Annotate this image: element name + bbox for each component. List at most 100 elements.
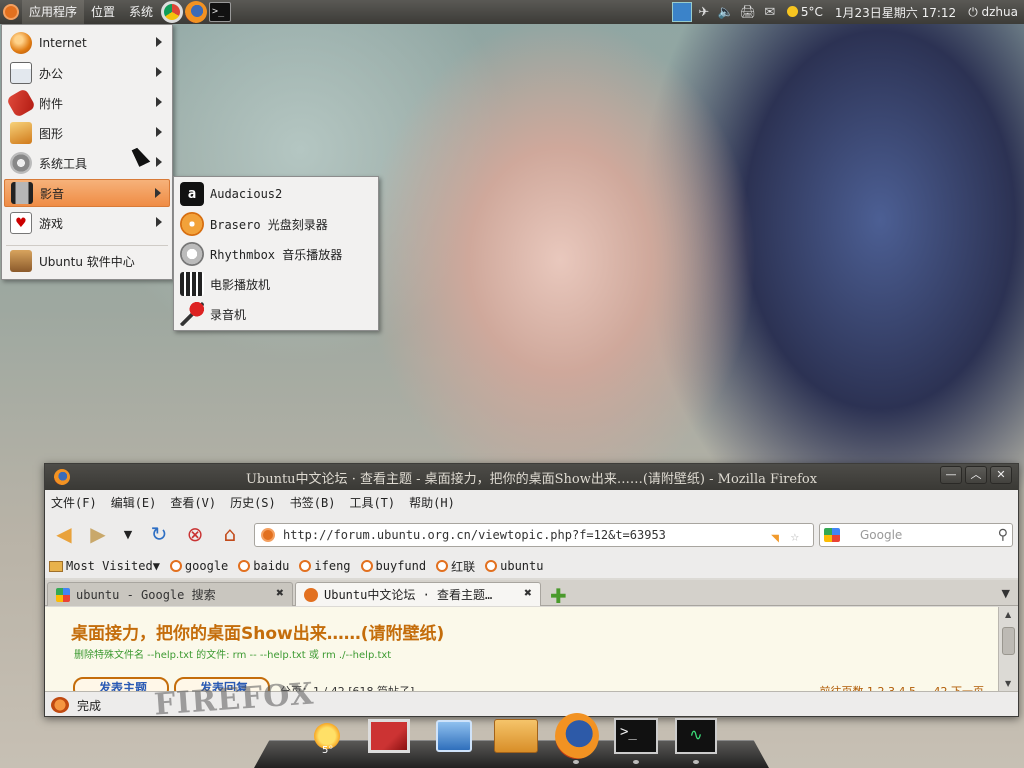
sun-icon: [786, 6, 798, 17]
bookmark-most-visited[interactable]: Most Visited▼: [49, 559, 160, 573]
network-icon[interactable]: ✈: [693, 0, 715, 24]
user-menu[interactable]: ⏻ dzhua: [962, 5, 1024, 20]
ubuntu-logo-icon[interactable]: [0, 0, 22, 24]
sound-recorder-icon: [180, 302, 204, 326]
menu-separator: [6, 245, 168, 246]
dropbox-icon[interactable]: [671, 0, 693, 24]
menu-tools[interactable]: 工具(T): [349, 494, 395, 511]
forward-button[interactable]: ▶: [85, 522, 111, 546]
accessories-icon: [5, 87, 37, 119]
submenu-item-rhythmbox[interactable]: Rhythmbox 音乐播放器: [178, 240, 374, 268]
ubuntu-favicon-icon: [360, 560, 373, 572]
menu-item-accessories[interactable]: 附件: [4, 87, 170, 119]
bookmark-baidu[interactable]: baidu: [238, 559, 289, 573]
running-indicator: [633, 760, 639, 764]
printer-icon[interactable]: 🖨: [737, 0, 759, 24]
maximize-button[interactable]: ︿: [965, 466, 987, 484]
menu-bookmarks[interactable]: 书签(B): [290, 494, 336, 511]
bookmark-ubuntu[interactable]: ubuntu: [485, 559, 543, 573]
dock-uploader[interactable]: [432, 715, 476, 757]
submenu-item-movie-player[interactable]: 电影播放机: [178, 270, 374, 298]
games-icon: ♥: [10, 212, 32, 234]
dock-impress[interactable]: [367, 715, 411, 757]
pagination-links[interactable]: 前往页数 1 2 3 4 5 ... 42 下一页: [820, 683, 984, 691]
dock-terminal[interactable]: >_: [614, 715, 658, 757]
menu-item-internet[interactable]: Internet: [4, 29, 170, 57]
terminal-icon[interactable]: >_: [209, 2, 232, 22]
menu-file[interactable]: 文件(F): [51, 494, 97, 511]
bookmark-google[interactable]: google: [169, 559, 228, 573]
applications-menu[interactable]: 应用程序: [22, 0, 85, 24]
menu-help[interactable]: 帮助(H): [409, 494, 455, 511]
chrome-icon[interactable]: [161, 1, 184, 23]
dock-system-monitor[interactable]: ∿: [674, 715, 718, 757]
audacious-icon: a: [180, 182, 204, 206]
menu-item-office[interactable]: 办公: [4, 59, 170, 87]
menu-item-games[interactable]: ♥ 游戏: [4, 209, 170, 237]
close-tab-icon[interactable]: ✖: [276, 586, 284, 601]
menu-view[interactable]: 查看(V): [170, 494, 216, 511]
close-tab-icon[interactable]: ✖: [524, 586, 532, 601]
reload-button[interactable]: ↻: [146, 522, 172, 546]
close-button[interactable]: ✕: [990, 466, 1012, 484]
menu-item-label: 游戏: [39, 216, 64, 231]
system-menu[interactable]: 系统: [122, 0, 160, 24]
menu-item-sound-video[interactable]: 影音: [4, 179, 170, 207]
vertical-scrollbar[interactable]: ▲ ▼: [998, 607, 1018, 691]
bookmarks-toolbar: Most Visited▼ google baidu ifeng buyfund…: [45, 554, 1018, 578]
history-dropdown-icon[interactable]: ▼: [115, 522, 141, 546]
bookmark-label: ubuntu: [500, 559, 544, 573]
places-menu[interactable]: 位置: [84, 0, 122, 24]
ubuntu-favicon-icon: [299, 560, 312, 572]
bookmark-ifeng[interactable]: ifeng: [299, 559, 351, 573]
tab-ubuntu-forum[interactable]: Ubuntu中文论坛 · 查看主题… ✖: [295, 582, 541, 606]
weather-indicator[interactable]: 5°C: [781, 5, 829, 19]
submenu-item-label: Audacious2: [210, 187, 283, 201]
navigation-toolbar: ◀ ▶ ▼ ↻ ⊗ ⌂ http://forum.ubuntu.org.cn/v…: [45, 514, 1018, 554]
volume-icon[interactable]: 🔈: [715, 0, 737, 24]
tab-list-dropdown-icon[interactable]: ▼: [1002, 587, 1010, 600]
stop-button[interactable]: ⊗: [182, 522, 208, 546]
url-bar[interactable]: http://forum.ubuntu.org.cn/viewtopic.php…: [254, 523, 814, 547]
bookmark-buyfund[interactable]: buyfund: [360, 559, 426, 573]
clock[interactable]: 1月23日星期六 17:12: [829, 4, 962, 21]
menu-item-software-center[interactable]: Ubuntu 软件中心: [4, 247, 170, 275]
search-icon[interactable]: ⚲: [998, 524, 1008, 546]
sound-video-submenu: a Audacious2 Brasero 光盘刻录器 Rhythmbox 音乐播…: [173, 176, 379, 331]
running-indicator: [573, 760, 579, 764]
site-favicon-icon: [261, 528, 275, 542]
uploader-icon: [436, 720, 472, 752]
new-tab-button[interactable]: ✚: [550, 584, 567, 608]
back-button[interactable]: ◀: [51, 522, 77, 546]
submenu-arrow-icon: [155, 188, 161, 198]
menu-item-label: 系统工具: [39, 156, 88, 171]
submenu-item-audacious[interactable]: a Audacious2: [178, 180, 374, 208]
home-button[interactable]: ⌂: [217, 522, 243, 546]
submenu-item-brasero[interactable]: Brasero 光盘刻录器: [178, 210, 374, 238]
internet-icon: [10, 32, 32, 54]
scroll-up-icon[interactable]: ▲: [1005, 610, 1011, 619]
scrollbar-thumb[interactable]: [1002, 627, 1015, 655]
menu-item-graphics[interactable]: 图形: [4, 119, 170, 147]
menu-history[interactable]: 历史(S): [230, 494, 276, 511]
window-titlebar[interactable]: Ubuntu中文论坛 · 查看主题 - 桌面接力，把你的桌面Show出来……(请…: [45, 464, 1018, 490]
dock-firefox[interactable]: [555, 713, 599, 759]
menu-edit[interactable]: 编辑(E): [111, 494, 157, 511]
firefox-icon[interactable]: [185, 1, 208, 23]
top-panel: 应用程序 位置 系统 >_ ✈ 🔈 🖨 ✉ 5°C 1月23日星期六 17:12…: [0, 0, 1024, 24]
google-icon[interactable]: [824, 528, 840, 542]
rss-icon[interactable]: ◥: [771, 528, 779, 550]
submenu-arrow-icon: [156, 67, 162, 77]
mail-icon[interactable]: ✉: [759, 0, 781, 24]
scroll-down-icon[interactable]: ▼: [1005, 679, 1011, 688]
bookmark-star-icon[interactable]: ☆: [791, 526, 799, 548]
bookmark-honglian[interactable]: 红联: [436, 558, 475, 575]
power-icon: ⏻: [968, 4, 982, 19]
search-input[interactable]: Google ⚲: [819, 523, 1013, 547]
dock-folder[interactable]: [494, 715, 538, 757]
minimize-button[interactable]: —: [940, 466, 962, 484]
topic-title[interactable]: 桌面接力，把你的桌面Show出来……(请附壁纸): [71, 619, 444, 644]
brasero-icon: [180, 212, 204, 236]
submenu-item-sound-recorder[interactable]: 录音机: [178, 300, 374, 328]
tab-google-search[interactable]: ubuntu - Google 搜索 ✖: [47, 582, 293, 606]
